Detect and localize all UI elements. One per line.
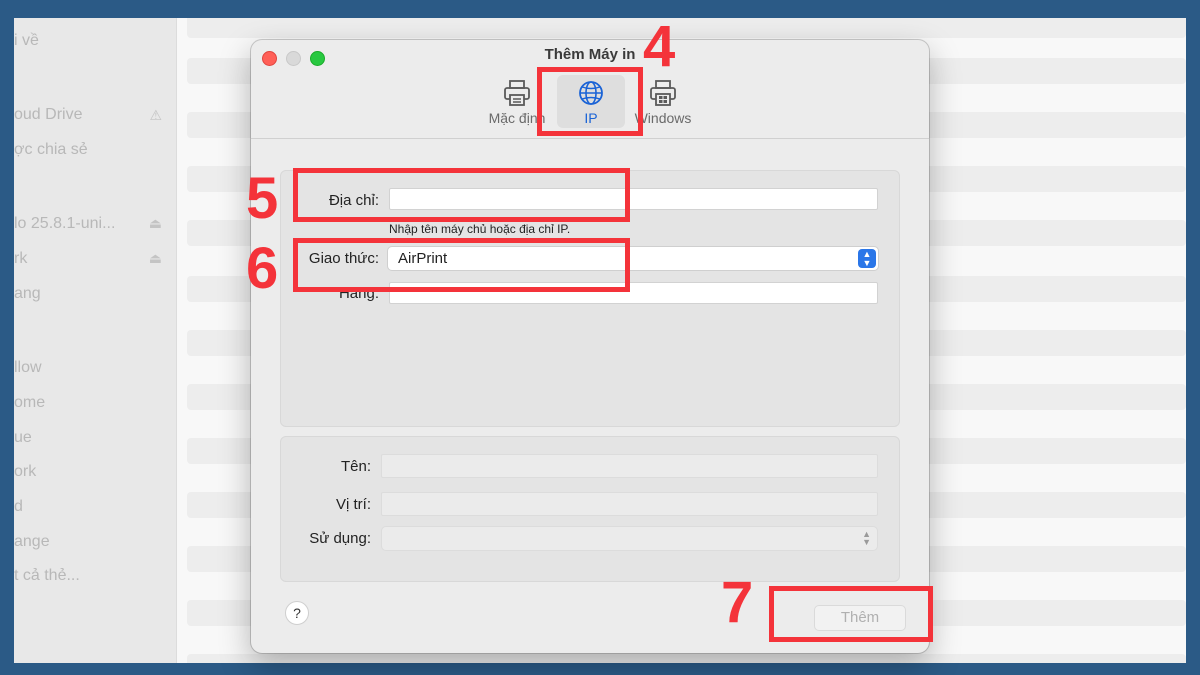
step-number-7: 7 (721, 570, 754, 635)
windows-printer-icon (650, 80, 676, 106)
sidebar-item-network[interactable]: rk (14, 250, 27, 268)
name-input[interactable] (381, 454, 878, 478)
highlight-box-ip-tab (537, 67, 643, 136)
sidebar-item[interactable]: ang (14, 285, 41, 303)
printer-icon (504, 80, 530, 106)
address-hint: Nhập tên máy chủ hoặc địa chỉ IP. (389, 222, 571, 236)
location-input[interactable] (381, 492, 878, 516)
dialog-title: Thêm Máy in (544, 46, 636, 63)
sidebar-tag-orange[interactable]: ange (14, 533, 50, 551)
eject-icon[interactable]: ⏏ (149, 215, 162, 232)
help-button[interactable]: ? (285, 601, 309, 625)
highlight-box-address (293, 168, 630, 222)
sidebar-item-icloud-drive[interactable]: oud Drive (14, 106, 82, 124)
highlight-box-add-button (769, 586, 933, 642)
sidebar-tag-work[interactable]: ork (14, 463, 36, 481)
sidebar-item-shared[interactable]: ợc chia sẻ (14, 141, 88, 159)
warning-icon: ⚠ (149, 107, 162, 123)
sidebar-all-tags[interactable]: t cả thẻ... (14, 567, 80, 585)
sidebar-tag-yellow[interactable]: llow (14, 359, 42, 377)
use-select[interactable]: ▲ ▼ (381, 526, 878, 551)
sidebar-item-volume[interactable]: lo 25.8.1-uni... (14, 215, 115, 233)
toolbar-divider (251, 138, 929, 139)
use-label: Sử dụng: (309, 530, 371, 547)
step-number-4: 4 (643, 14, 676, 79)
sidebar-tag-blue[interactable]: ue (14, 429, 32, 447)
highlight-box-protocol (293, 238, 630, 292)
step-number-5: 5 (246, 166, 279, 231)
finder-sidebar: i về oud Drive ⚠ ợc chia sẻ lo 25.8.1-un… (14, 18, 177, 663)
chevron-updown-icon: ▲ ▼ (862, 529, 871, 547)
sidebar-item[interactable]: i về (14, 32, 39, 50)
printer-info-panel: Tên: Vị trí: Sử dụng: ▲ ▼ (280, 436, 900, 582)
sidebar-tag-home[interactable]: ome (14, 394, 45, 412)
location-label: Vị trí: (335, 496, 371, 513)
chevron-updown-icon[interactable]: ▲ ▼ (858, 249, 876, 268)
name-label: Tên: (340, 458, 371, 475)
eject-icon[interactable]: ⏏ (149, 250, 162, 267)
sidebar-tag-red[interactable]: d (14, 498, 23, 516)
step-number-6: 6 (246, 236, 279, 301)
